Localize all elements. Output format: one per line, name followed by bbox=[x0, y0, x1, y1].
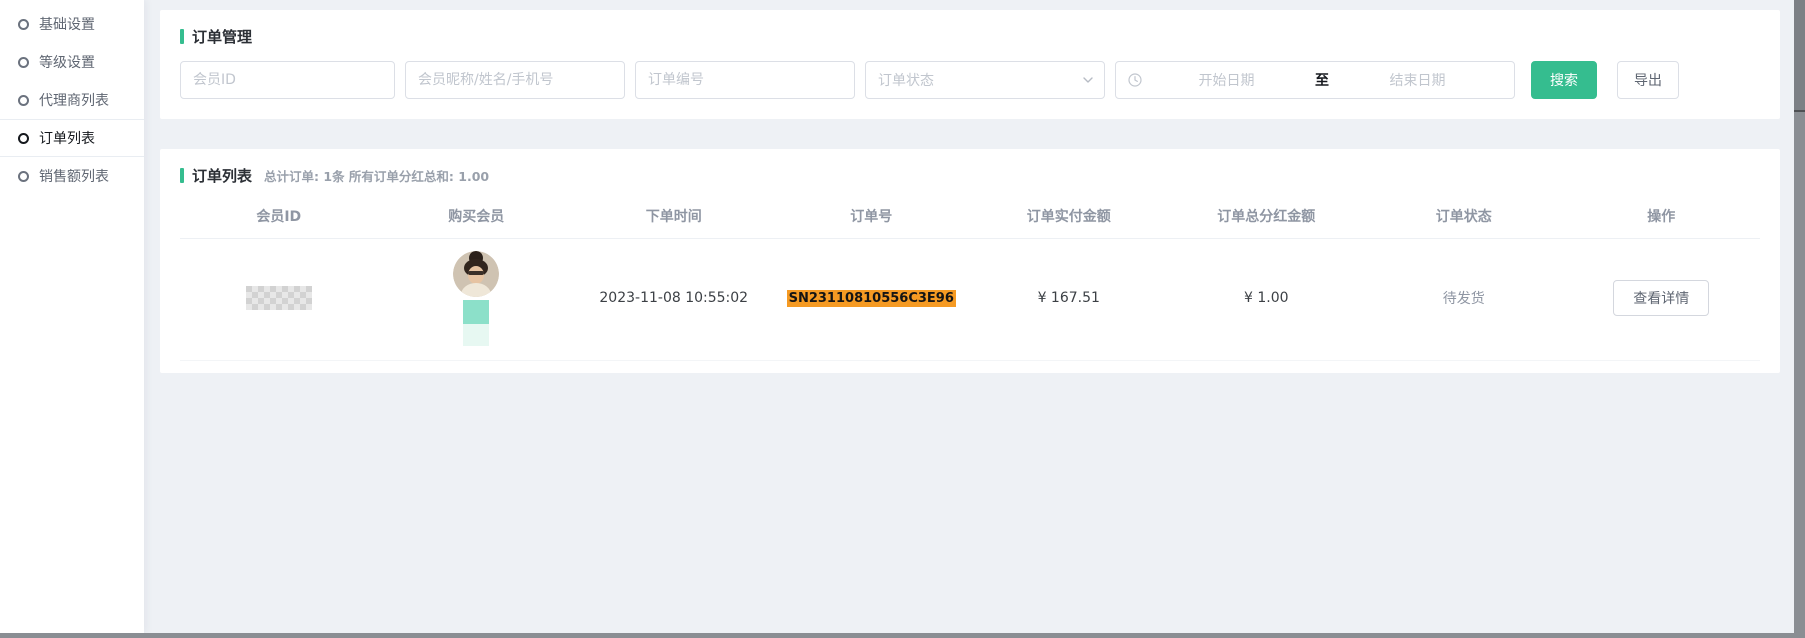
sidebar-item-label: 基础设置 bbox=[39, 14, 95, 34]
circle-icon bbox=[18, 133, 29, 144]
sidebar-item-level-settings[interactable]: 等级设置 bbox=[0, 43, 144, 81]
col-order-time: 下单时间 bbox=[575, 194, 773, 238]
chevron-down-icon bbox=[1082, 74, 1094, 86]
page-title: 订单管理 bbox=[192, 26, 252, 47]
order-status-placeholder: 订单状态 bbox=[878, 70, 934, 90]
sidebar-item-sales-list[interactable]: 销售额列表 bbox=[0, 157, 144, 195]
order-status-select[interactable]: 订单状态 bbox=[865, 61, 1105, 99]
table-row: 2023-11-08 10:55:02 SN23110810556C3E96 ¥… bbox=[180, 238, 1760, 360]
circle-icon bbox=[18, 57, 29, 68]
sidebar-item-basic-settings[interactable]: 基础设置 bbox=[0, 5, 144, 43]
section-accent-bar bbox=[180, 168, 184, 183]
circle-icon bbox=[18, 19, 29, 30]
status-badge: 待发货 bbox=[1443, 291, 1485, 307]
col-status: 订单状态 bbox=[1365, 194, 1563, 238]
member-id-blurred bbox=[246, 286, 312, 310]
clock-icon bbox=[1128, 73, 1142, 87]
col-buyer: 购买会员 bbox=[378, 194, 576, 238]
orders-table: 会员ID 购买会员 下单时间 订单号 订单实付金额 订单总分红金额 订单状态 操… bbox=[180, 194, 1760, 361]
nickname-input[interactable] bbox=[405, 61, 625, 99]
sidebar-item-label: 销售额列表 bbox=[39, 166, 109, 186]
end-date-placeholder: 结束日期 bbox=[1333, 70, 1502, 90]
order-time: 2023-11-08 10:55:02 bbox=[575, 238, 773, 360]
date-range-picker[interactable]: 开始日期 至 结束日期 bbox=[1115, 61, 1515, 99]
order-no-highlight: SN23110810556C3E96 bbox=[787, 290, 956, 307]
sidebar: 基础设置 等级设置 代理商列表 订单列表 销售额列表 bbox=[0, 0, 144, 633]
start-date-placeholder: 开始日期 bbox=[1142, 70, 1311, 90]
search-button[interactable]: 搜索 bbox=[1531, 61, 1597, 99]
dividend-amount: ¥ 1.00 bbox=[1168, 238, 1366, 360]
main-content: 订单管理 订单状态 开始日期 至 结束日期 搜索 导出 bbox=[144, 0, 1794, 633]
sidebar-item-agent-list[interactable]: 代理商列表 bbox=[0, 81, 144, 119]
export-button[interactable]: 导出 bbox=[1617, 61, 1679, 99]
order-list-header: 订单列表 总计订单: 1条 所有订单分红总和: 1.00 bbox=[180, 165, 1760, 186]
member-id-input[interactable] bbox=[180, 61, 395, 99]
sidebar-item-label: 订单列表 bbox=[39, 128, 95, 148]
circle-icon bbox=[18, 95, 29, 106]
vertical-scrollbar-thumb[interactable] bbox=[1794, 0, 1805, 112]
filter-toolbar: 订单状态 开始日期 至 结束日期 搜索 导出 bbox=[180, 61, 1760, 99]
avatar bbox=[453, 251, 499, 297]
horizontal-scrollbar[interactable] bbox=[0, 633, 1805, 638]
col-actions: 操作 bbox=[1563, 194, 1761, 238]
order-no-input[interactable] bbox=[635, 61, 855, 99]
sidebar-item-label: 代理商列表 bbox=[39, 90, 109, 110]
date-range-separator: 至 bbox=[1311, 70, 1333, 90]
vertical-scrollbar[interactable] bbox=[1794, 0, 1805, 633]
section-accent-bar bbox=[180, 29, 184, 44]
sidebar-item-order-list[interactable]: 订单列表 bbox=[0, 119, 144, 157]
order-list-title: 订单列表 bbox=[192, 165, 252, 186]
col-dividend-amount: 订单总分红金额 bbox=[1168, 194, 1366, 238]
order-list-card: 订单列表 总计订单: 1条 所有订单分红总和: 1.00 会员ID 购买会员 下… bbox=[160, 149, 1780, 373]
order-management-card: 订单管理 订单状态 开始日期 至 结束日期 搜索 导出 bbox=[160, 10, 1780, 119]
paid-amount: ¥ 167.51 bbox=[970, 238, 1168, 360]
sidebar-item-label: 等级设置 bbox=[39, 52, 95, 72]
table-header-row: 会员ID 购买会员 下单时间 订单号 订单实付金额 订单总分红金额 订单状态 操… bbox=[180, 194, 1760, 238]
buyer-name-blurred bbox=[463, 300, 489, 346]
order-management-header: 订单管理 bbox=[180, 26, 1760, 47]
circle-icon bbox=[18, 171, 29, 182]
view-detail-button[interactable]: 查看详情 bbox=[1613, 280, 1709, 316]
col-member-id: 会员ID bbox=[180, 194, 378, 238]
col-order-no: 订单号 bbox=[773, 194, 971, 238]
order-list-summary: 总计订单: 1条 所有订单分红总和: 1.00 bbox=[264, 166, 489, 185]
col-paid-amount: 订单实付金额 bbox=[970, 194, 1168, 238]
